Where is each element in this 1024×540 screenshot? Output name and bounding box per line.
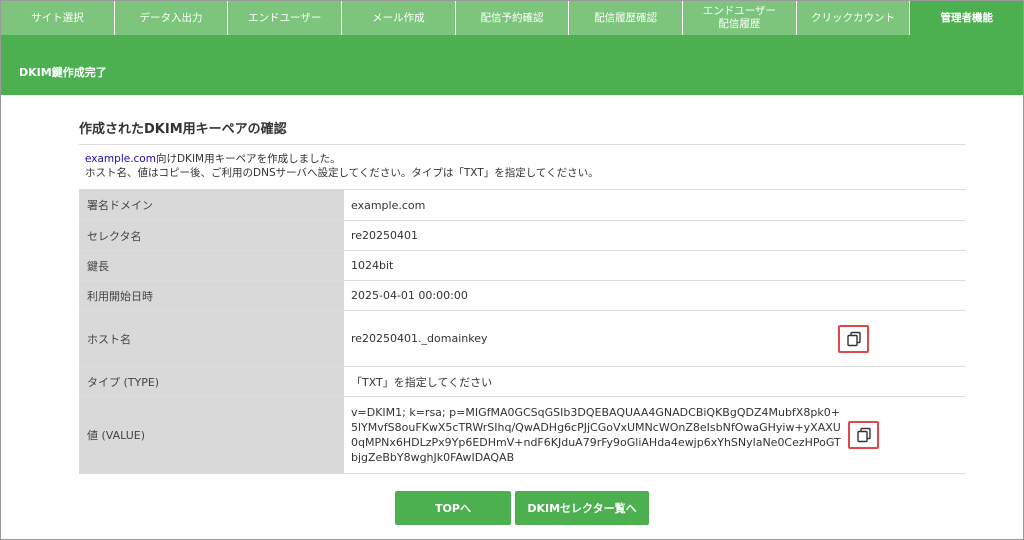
top-nav: サイト選択 データ入出力 エンドユーザー メール作成 配信予約確認 配信履歴確認… — [1, 1, 1024, 35]
dkim-value-text: v=DKIM1; k=rsa; p=MIGfMA0GCSqGSIb3DQEBAQ… — [351, 406, 841, 464]
page-banner: DKIM鍵作成完了 — [1, 35, 1023, 95]
row-value: 「TXT」を指定してください — [344, 366, 966, 397]
tab-delivery-history[interactable]: 配信履歴確認 — [569, 1, 684, 35]
row-host: ホスト名 re20250401._domainkey — [79, 310, 966, 367]
row-domain: 署名ドメイン example.com — [79, 189, 966, 221]
tab-delivery-reservation[interactable]: 配信予約確認 — [456, 1, 570, 35]
row-value: 2025-04-01 00:00:00 — [344, 280, 966, 311]
row-label: 利用開始日時 — [79, 280, 344, 311]
tab-site-select[interactable]: サイト選択 — [1, 1, 115, 35]
copy-host-button[interactable] — [838, 325, 869, 353]
dkim-info-table: 署名ドメイン example.com セレクタ名 re20250401 鍵長 1… — [79, 189, 966, 474]
tab-end-user[interactable]: エンドユーザー — [228, 1, 343, 35]
row-value: 1024bit — [344, 250, 966, 281]
row-label: ホスト名 — [79, 310, 344, 367]
row-label: タイプ (TYPE) — [79, 366, 344, 397]
tab-data-io[interactable]: データ入出力 — [115, 1, 229, 35]
divider — [79, 144, 966, 145]
row-label: 値 (VALUE) — [79, 396, 344, 474]
row-value: re20250401 — [344, 220, 966, 251]
copy-icon — [846, 331, 861, 347]
intro-text: example.com向けDKIM用キーペアを作成しました。 ホスト名、値はコピ… — [85, 153, 599, 179]
row-value: example.com — [344, 189, 966, 221]
row-type: タイプ (TYPE) 「TXT」を指定してください — [79, 366, 966, 397]
section-title: 作成されたDKIM用キーペアの確認 — [79, 122, 287, 137]
top-button[interactable]: TOPへ — [395, 491, 511, 525]
tab-mail-create[interactable]: メール作成 — [342, 1, 456, 35]
row-selector: セレクタ名 re20250401 — [79, 220, 966, 251]
row-start: 利用開始日時 2025-04-01 00:00:00 — [79, 280, 966, 311]
host-value: re20250401._domainkey — [351, 332, 488, 345]
tab-end-user-history[interactable]: エンドユーザー 配信履歴 — [683, 1, 797, 35]
row-label: セレクタ名 — [79, 220, 344, 251]
domain-link[interactable]: example.com — [85, 153, 156, 165]
banner-title: DKIM鍵作成完了 — [19, 66, 107, 79]
tab-click-count[interactable]: クリックカウント — [797, 1, 911, 35]
row-value-txt: 値 (VALUE) v=DKIM1; k=rsa; p=MIGfMA0GCSqG… — [79, 396, 966, 474]
tab-admin[interactable]: 管理者機能 — [910, 1, 1024, 35]
row-label: 署名ドメイン — [79, 189, 344, 221]
row-keylen: 鍵長 1024bit — [79, 250, 966, 281]
copy-value-button[interactable] — [848, 421, 879, 449]
selector-list-button[interactable]: DKIMセレクター覧へ — [515, 491, 649, 525]
copy-icon — [856, 427, 871, 443]
row-label: 鍵長 — [79, 250, 344, 281]
